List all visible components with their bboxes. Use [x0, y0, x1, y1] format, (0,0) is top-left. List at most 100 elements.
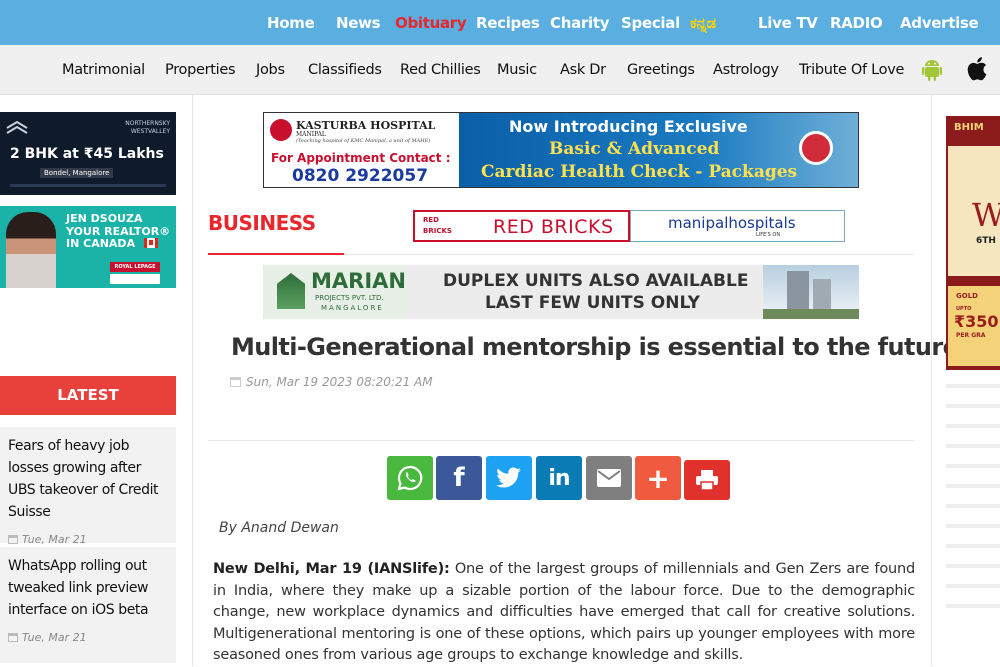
latest-item-date: Tue, Mar 21	[8, 631, 168, 644]
latest-item-title[interactable]: WhatsApp rolling out tweaked link previe…	[8, 555, 168, 621]
print-button[interactable]	[684, 460, 730, 500]
nav-obituary[interactable]: Obituary	[395, 14, 467, 32]
ad-red-bricks[interactable]: RED BRICKS RED BRICKS	[413, 210, 630, 242]
subnav-properties[interactable]: Properties	[165, 62, 236, 78]
linkedin-icon: in	[548, 465, 570, 491]
bhima-date: 6TH	[976, 236, 996, 246]
latest-item-date: Tue, Mar 21	[8, 533, 168, 546]
nav-recipes[interactable]: Recipes	[476, 14, 540, 32]
column-divider-left	[192, 95, 193, 666]
latest-item-title[interactable]: Fears of heavy job losses growing after …	[8, 435, 168, 523]
subnav-jobs[interactable]: Jobs	[256, 62, 285, 78]
heart-icon	[799, 131, 833, 165]
nav-live-tv[interactable]: Live TV	[758, 14, 818, 32]
bhima-brand: BHIM	[954, 122, 984, 133]
bhima-big-letter: W	[972, 196, 1000, 234]
share-linkedin-button[interactable]: in	[536, 456, 582, 500]
nav-special[interactable]: Special	[621, 14, 680, 32]
latest-list-item[interactable]: Fears of heavy job losses growing after …	[0, 427, 176, 546]
red-bricks-logo: RED BRICKS	[423, 216, 452, 235]
marian-building-image	[763, 265, 859, 319]
subnav-astrology[interactable]: Astrology	[713, 62, 779, 78]
bhima-gold: GOLD	[956, 292, 978, 300]
share-whatsapp-button[interactable]	[387, 456, 433, 500]
nav-home[interactable]: Home	[267, 14, 315, 32]
realtor-name: JEN DSOUZA	[66, 212, 143, 225]
marian-logo-icon	[277, 273, 305, 309]
kasturba-headline: Now Introducing Exclusive	[509, 117, 748, 136]
kasturba-line2: Basic & Advanced	[549, 139, 720, 159]
share-email-button[interactable]	[586, 456, 632, 500]
ad-kasturba-hospital[interactable]: KASTURBA HOSPITAL MANIPAL (Teaching hosp…	[263, 112, 859, 188]
printer-icon	[696, 470, 718, 490]
subnav-music[interactable]: Music	[497, 62, 537, 78]
nav-radio[interactable]: RADIO	[830, 14, 883, 32]
marian-line1: DUPLEX UNITS ALSO AVAILABLE	[443, 271, 749, 291]
article-headline: Multi-Generational mentorship is essenti…	[231, 333, 959, 361]
section-title[interactable]: BUSINESS	[208, 211, 316, 235]
divider	[208, 440, 914, 441]
calendar-icon	[8, 633, 18, 642]
subnav-greetings[interactable]: Greetings	[627, 62, 695, 78]
facebook-icon: f	[453, 463, 465, 493]
share-facebook-button[interactable]: f	[436, 456, 482, 500]
ad-manipal-hospitals[interactable]: manipalhospitals LIFE'S ON	[630, 210, 845, 242]
marian-sub: PROJECTS PVT. LTD.	[315, 294, 384, 302]
bhima-per: PER GRA	[956, 332, 986, 339]
realtor-country: IN CANADA	[66, 237, 136, 250]
marian-city: MANGALORE	[321, 304, 384, 312]
manipal-text: manipalhospitals	[668, 214, 796, 232]
subnav-tribute-of-love[interactable]: Tribute Of Love	[799, 62, 904, 78]
article-byline: By Anand Dewan	[219, 520, 339, 536]
kasturba-logo-icon	[270, 119, 292, 141]
calendar-icon	[8, 535, 18, 544]
column-divider-right	[931, 95, 932, 666]
subnav-ask-dr[interactable]: Ask Dr	[560, 62, 606, 78]
apple-icon[interactable]	[967, 57, 987, 81]
sub-nav: Matrimonial Properties Jobs Classifieds …	[0, 45, 1000, 95]
nav-news[interactable]: News	[336, 14, 381, 32]
article-dateline: New Delhi, Mar 19 (IANSlife):	[213, 561, 450, 577]
northernsky-location: Bondel, Mangalore	[40, 168, 114, 178]
royal-lepage-logo: ROYAL LEPAGE	[110, 262, 160, 272]
subnav-matrimonial[interactable]: Matrimonial	[62, 62, 145, 78]
kasturba-line3: Cardiac Health Check - Packages	[481, 162, 798, 182]
canada-flag-icon	[144, 238, 158, 248]
whatsapp-icon	[397, 465, 423, 491]
right-sidebar-placeholder	[946, 384, 1000, 624]
ad-bhima-jewellers[interactable]: BHIM W 6TH GOLD UPTO ₹350 PER GRA	[946, 116, 1000, 370]
article-body: New Delhi, Mar 19 (IANSlife): One of the…	[213, 559, 915, 667]
nav-kannada[interactable]: ಕನ್ನಡ	[690, 14, 716, 32]
kasturba-phone: 0820 2922057	[292, 166, 429, 186]
android-icon[interactable]	[922, 59, 942, 81]
manipal-sub: LIFE'S ON	[756, 232, 781, 238]
nav-advertise[interactable]: Advertise	[900, 14, 979, 32]
share-more-button[interactable]: +	[635, 456, 681, 500]
nav-charity[interactable]: Charity	[550, 14, 610, 32]
ad-jen-dsouza-realtor[interactable]: JEN DSOUZA YOUR REALTOR® IN CANADA ROYAL…	[0, 206, 176, 288]
marian-line2: LAST FEW UNITS ONLY	[485, 293, 700, 313]
northernsky-logo-icon	[6, 120, 28, 134]
northernsky-offer: 2 BHK at ₹45 Lakhs	[10, 146, 164, 162]
calendar-icon	[230, 377, 241, 387]
marian-name: MARIAN	[311, 269, 406, 293]
kasturba-sub: MANIPAL	[296, 131, 326, 138]
article-date: Sun, Mar 19 2023 08:20:21 AM	[230, 375, 433, 389]
section-underline	[208, 253, 344, 255]
realtor-photo	[6, 212, 56, 288]
red-bricks-text: RED BRICKS	[493, 216, 614, 238]
top-nav: Home News Obituary Recipes Charity Speci…	[0, 0, 1000, 45]
ad-northernsky[interactable]: NORTHERNSKY WESTVALLEY 2 BHK at ₹45 Lakh…	[0, 112, 176, 195]
section-divider	[344, 254, 914, 255]
latest-heading: LATEST	[0, 376, 176, 415]
kasturba-note: (Teaching hospital of KMC Manipal, a uni…	[296, 138, 431, 144]
bhima-price: ₹350	[954, 312, 999, 331]
ad-marian-projects[interactable]: MARIAN PROJECTS PVT. LTD. MANGALORE DUPL…	[263, 265, 859, 319]
email-icon	[597, 469, 621, 487]
subnav-red-chillies[interactable]: Red Chillies	[400, 62, 481, 78]
northernsky-brand: NORTHERNSKY WESTVALLEY	[125, 120, 170, 135]
share-twitter-button[interactable]	[486, 456, 532, 500]
latest-list-item[interactable]: WhatsApp rolling out tweaked link previe…	[0, 547, 176, 663]
plus-icon: +	[646, 461, 670, 495]
subnav-classifieds[interactable]: Classifieds	[308, 62, 382, 78]
